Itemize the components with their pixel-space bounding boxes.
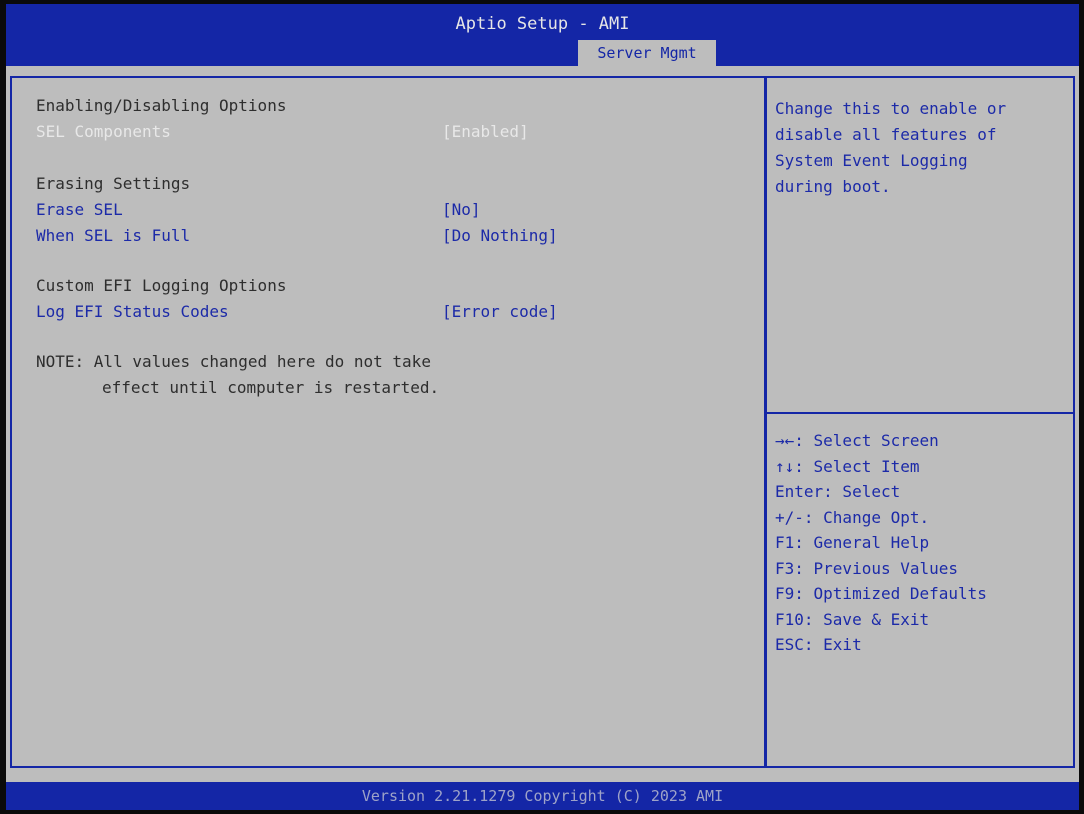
key-hint-general-help: F1: General Help	[775, 533, 930, 552]
tab-server-mgmt[interactable]: Server Mgmt	[578, 40, 716, 66]
app-title: Aptio Setup - AMI	[455, 14, 630, 34]
key-hint-change-opt: +/-: Change Opt.	[775, 507, 930, 527]
section-heading-enabling: Enabling/Disabling Options	[36, 96, 287, 115]
key-hint-exit: ESC: Exit	[775, 635, 862, 654]
setting-when-sel-full-value[interactable]: [Do Nothing]	[442, 226, 558, 246]
help-divider	[767, 412, 1073, 414]
settings-panel: Enabling/Disabling Options SEL Component…	[10, 76, 766, 768]
footer-version: Version 2.21.1279 Copyright (C) 2023 AMI	[6, 782, 1079, 810]
section-heading-erasing: Erasing Settings	[36, 174, 191, 193]
setting-log-efi-status-label[interactable]: Log EFI Status Codes	[36, 302, 229, 322]
setting-sel-components-label[interactable]: SEL Components	[36, 122, 171, 142]
key-hint-previous-values: F3: Previous Values	[775, 558, 959, 578]
note-line-2: effect until computer is restarted.	[102, 378, 440, 397]
title-bar: Aptio Setup - AMI Server Mgmt	[6, 4, 1079, 66]
setting-erase-sel-label[interactable]: Erase SEL	[36, 200, 123, 220]
setting-sel-components-value[interactable]: [Enabled]	[442, 122, 529, 142]
help-panel: Change this to enable or disable all fea…	[765, 76, 1075, 768]
setting-erase-sel-value[interactable]: [No]	[442, 200, 481, 220]
key-hint-select-screen: →←: Select Screen	[775, 431, 939, 450]
key-hint-save-exit: F10: Save & Exit	[775, 609, 930, 629]
setting-log-efi-status-value[interactable]: [Error code]	[442, 302, 558, 322]
key-hint-enter: Enter: Select	[775, 482, 901, 501]
key-hint-select-item: ↑↓: Select Item	[775, 456, 920, 476]
setting-when-sel-full-label[interactable]: When SEL is Full	[36, 226, 190, 246]
section-heading-custom-efi: Custom EFI Logging Options	[36, 276, 287, 295]
key-legend: →←: Select Screen ↑↓: Select Item Enter:…	[775, 428, 987, 658]
help-description: Change this to enable or disable all fea…	[775, 99, 1007, 196]
key-hint-optimized-defaults: F9: Optimized Defaults	[775, 584, 987, 603]
note-line-1: NOTE: All values changed here do not tak…	[36, 352, 431, 371]
bios-screen: Aptio Setup - AMI Server Mgmt Enabling/D…	[6, 4, 1079, 810]
